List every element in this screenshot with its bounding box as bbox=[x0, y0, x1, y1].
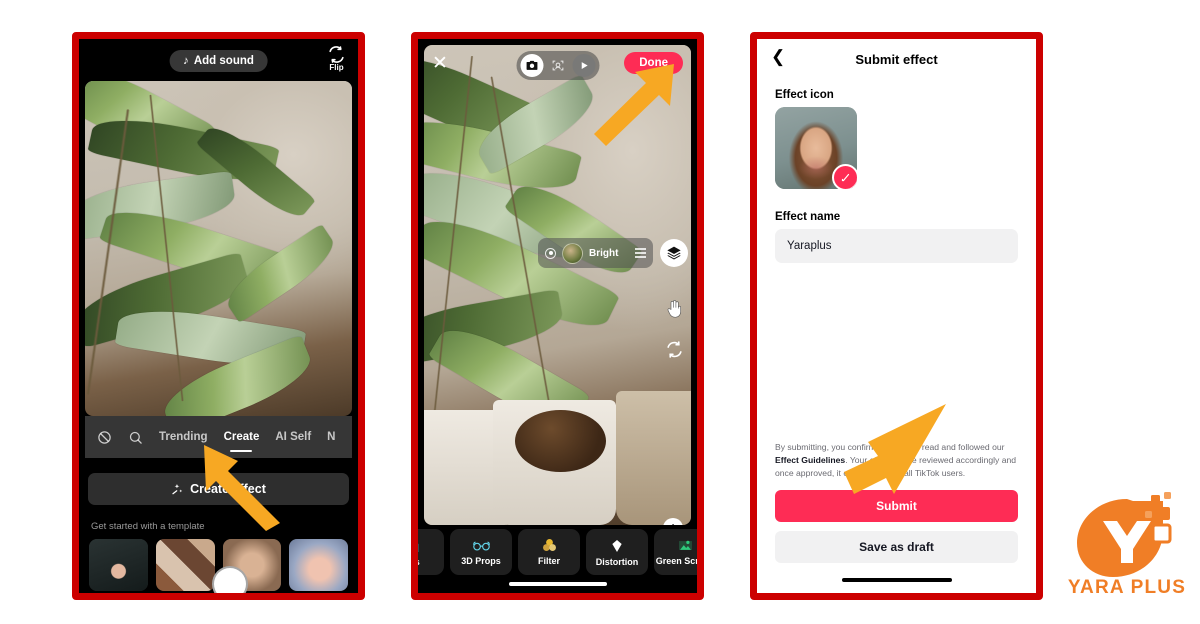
close-icon[interactable]: ✕ bbox=[432, 54, 448, 73]
tool-row: ers 3D Props Filter bbox=[418, 529, 697, 575]
logo-text: YARA PLUS bbox=[1068, 577, 1186, 598]
reset-button[interactable] bbox=[660, 335, 688, 363]
play-icon bbox=[581, 62, 588, 69]
layer-name: Bright bbox=[589, 247, 619, 259]
annotation-arrow-submit bbox=[844, 404, 946, 494]
tool-3d-props[interactable]: 3D Props bbox=[450, 529, 512, 575]
flip-camera-button[interactable]: Flip bbox=[327, 45, 346, 72]
panel-submit-effect: ❮ Submit effect Effect icon Effect name … bbox=[750, 32, 1043, 600]
submit-header: ❮ Submit effect bbox=[757, 39, 1036, 79]
tab-trending[interactable]: Trending bbox=[159, 431, 208, 443]
camera-mode-button[interactable] bbox=[520, 54, 543, 77]
tool-filter[interactable]: Filter bbox=[518, 529, 580, 575]
face-tracking-mode-button[interactable] bbox=[546, 54, 569, 77]
green-screen-icon bbox=[678, 540, 692, 550]
tool-label: ers bbox=[418, 557, 420, 567]
effect-name-input[interactable]: Yaraplus bbox=[775, 229, 1018, 263]
home-indicator bbox=[841, 578, 952, 582]
square-small-2 bbox=[1164, 492, 1171, 499]
pencil-edit-icon[interactable] bbox=[832, 164, 857, 189]
annotation-arrow-create-effect bbox=[204, 445, 280, 531]
distortion-icon bbox=[612, 539, 622, 552]
tab-next-partial[interactable]: N bbox=[327, 431, 335, 443]
effect-icon-thumbnail[interactable] bbox=[775, 107, 857, 189]
effect-icon-label: Effect icon bbox=[775, 89, 834, 101]
tool-label: 3D Props bbox=[461, 555, 501, 566]
tool-label: Filter bbox=[537, 556, 560, 566]
tab-ai-self[interactable]: AI Self bbox=[275, 431, 311, 443]
template-item[interactable] bbox=[89, 539, 148, 591]
tool-distortion[interactable]: Distortion bbox=[586, 529, 648, 575]
reset-icon bbox=[666, 340, 682, 358]
layer-chip[interactable]: Bright bbox=[538, 238, 653, 268]
eye-icon[interactable] bbox=[545, 247, 556, 259]
effect-name-label: Effect name bbox=[775, 211, 841, 223]
square-mid bbox=[1157, 507, 1170, 520]
glasses-icon bbox=[472, 541, 490, 550]
tab-create[interactable]: Create bbox=[224, 431, 260, 443]
tool-label: Green Screen bbox=[655, 556, 697, 566]
filter-circles-icon bbox=[542, 539, 556, 551]
preview-mode-switch bbox=[516, 51, 599, 80]
camera-preview-1[interactable] bbox=[85, 81, 352, 416]
chevron-left-icon[interactable]: ❮ bbox=[771, 48, 785, 65]
hand-tool-button[interactable] bbox=[660, 294, 688, 322]
magic-wand-icon bbox=[172, 483, 183, 494]
hand-icon bbox=[667, 299, 681, 318]
save-as-draft-button[interactable]: Save as draft bbox=[775, 531, 1018, 563]
no-effect-icon[interactable] bbox=[97, 430, 112, 445]
square-large bbox=[1151, 523, 1172, 544]
editor-tool-bar: ers 3D Props Filter bbox=[418, 525, 697, 593]
effect-guidelines-link[interactable]: Effect Guidelines bbox=[775, 455, 845, 465]
effect-name-value: Yaraplus bbox=[787, 240, 832, 252]
square-small-1 bbox=[1151, 495, 1160, 504]
add-sound-button[interactable]: ♪ Add sound bbox=[169, 50, 268, 72]
stickers-icon bbox=[418, 543, 419, 552]
tool-label: Distortion bbox=[595, 556, 639, 567]
tool-green-screen[interactable]: Green Screen bbox=[654, 529, 697, 575]
flip-camera-icon bbox=[329, 46, 344, 63]
camera-icon bbox=[526, 60, 537, 70]
flip-label: Flip bbox=[329, 63, 344, 72]
face-tracking-icon bbox=[552, 60, 563, 71]
yara-plus-logo: YARA PLUS bbox=[1063, 487, 1191, 599]
layer-thumbnail bbox=[562, 242, 583, 264]
tool-stickers[interactable]: ers bbox=[418, 529, 444, 575]
hamburger-menu-icon[interactable] bbox=[635, 248, 646, 258]
layers-button[interactable] bbox=[660, 239, 688, 267]
template-section-label: Get started with a template bbox=[91, 521, 205, 532]
page-title: Submit effect bbox=[855, 51, 938, 67]
template-item[interactable] bbox=[289, 539, 348, 591]
annotation-arrow-done bbox=[594, 64, 674, 146]
panel-1-top-bar: ♪ Add sound Flip bbox=[79, 39, 358, 81]
add-sound-label: Add sound bbox=[193, 55, 254, 67]
pencil-glyph bbox=[841, 173, 849, 181]
home-indicator bbox=[508, 582, 607, 586]
layers-icon bbox=[667, 246, 681, 260]
panel-3-screen: ❮ Submit effect Effect icon Effect name … bbox=[757, 39, 1036, 593]
logo-mark: YARA PLUS bbox=[1068, 492, 1186, 598]
music-note-icon: ♪ bbox=[183, 55, 189, 67]
square-small-3 bbox=[1145, 511, 1152, 518]
search-icon[interactable] bbox=[128, 430, 143, 445]
template-item[interactable] bbox=[155, 539, 215, 591]
